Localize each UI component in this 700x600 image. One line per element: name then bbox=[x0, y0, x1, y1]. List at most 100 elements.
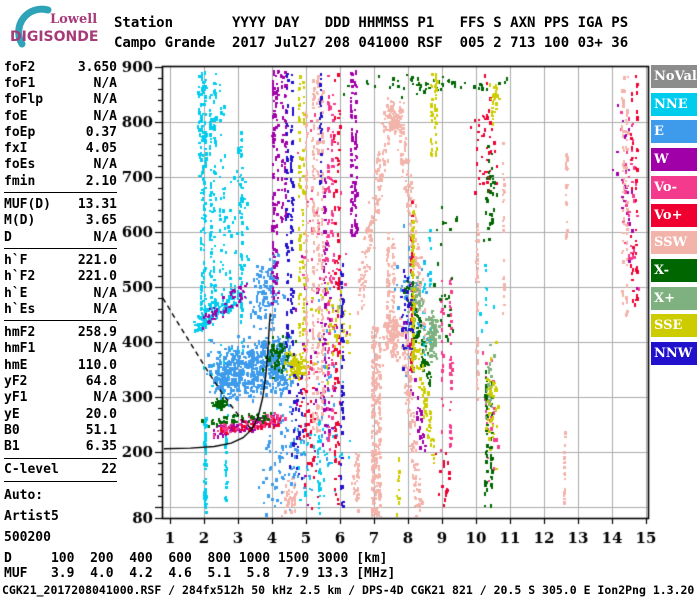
param-label: M(D) bbox=[4, 213, 36, 229]
param-value: N/A bbox=[93, 108, 117, 124]
legend-item-NoVal: NoVal bbox=[651, 65, 697, 88]
param-row-fmin: fmin 2.10 bbox=[4, 173, 117, 189]
param-row-Clevel: C-level 22 bbox=[4, 462, 117, 478]
param-value: N/A bbox=[93, 157, 117, 173]
param-label: B0 bbox=[4, 422, 20, 438]
param-value: 13.31 bbox=[77, 197, 117, 213]
param-row-hmF1: hmF1 N/A bbox=[4, 341, 117, 357]
param-row-fxI: fxI 4.05 bbox=[4, 140, 117, 156]
param-value: 2.10 bbox=[85, 173, 117, 189]
param-label: foEs bbox=[4, 157, 36, 173]
param-label: yF2 bbox=[4, 373, 28, 389]
legend-item-E: E bbox=[651, 120, 697, 144]
param-row-MUFD: MUF(D) 13.31 bbox=[4, 196, 117, 212]
param-separator bbox=[4, 192, 117, 194]
param-value: 221.0 bbox=[77, 252, 117, 268]
param-label: D bbox=[4, 229, 12, 245]
param-row-B1: B1 6.35 bbox=[4, 439, 117, 455]
legend-item-NNW: NNW bbox=[651, 342, 697, 365]
footer-distance-row: D 100 200 400 600 800 1000 1500 3000 [km… bbox=[4, 551, 388, 566]
param-value: 51.1 bbox=[85, 422, 117, 438]
param-label: fmin bbox=[4, 173, 36, 189]
param-label: yE bbox=[4, 406, 20, 422]
param-row-hE: h`E N/A bbox=[4, 285, 117, 301]
legend-item-SSW: SSW bbox=[651, 231, 697, 255]
param-row-foFlp: foFlp N/A bbox=[4, 92, 117, 108]
param-row-500200: 500200 bbox=[4, 527, 117, 548]
footer-muf-row: MUF 3.9 4.0 4.2 4.6 5.1 5.8 7.9 13.3 [MH… bbox=[4, 566, 396, 581]
param-row-Artist5: Artist5 bbox=[4, 506, 117, 527]
param-label: h`E bbox=[4, 285, 28, 301]
param-label: hmE bbox=[4, 357, 28, 373]
param-row-hEs: h`Es N/A bbox=[4, 301, 117, 317]
param-value: 258.9 bbox=[77, 325, 117, 341]
param-row-B0: B0 51.1 bbox=[4, 422, 117, 438]
param-value: N/A bbox=[93, 229, 117, 245]
param-row-yF2: yF2 64.8 bbox=[4, 373, 117, 389]
legend-item-NNE: NNE bbox=[651, 92, 697, 116]
header-line2: Campo Grande 2017 Jul27 208 041000 RSF 0… bbox=[114, 35, 629, 51]
param-value: N/A bbox=[93, 341, 117, 357]
param-label: foEp bbox=[4, 124, 36, 140]
param-row-foF1: foF1 N/A bbox=[4, 75, 117, 91]
lowell-digisonde-logo: Lowell DIGISONDE bbox=[6, 4, 114, 50]
param-label: foF2 bbox=[4, 59, 36, 75]
param-separator bbox=[4, 248, 117, 250]
param-separator bbox=[4, 320, 117, 322]
param-row-hF2: h`F2 221.0 bbox=[4, 269, 117, 285]
param-value: 6.35 bbox=[85, 439, 117, 455]
param-value: 0.37 bbox=[85, 124, 117, 140]
param-label: 500200 bbox=[4, 530, 51, 546]
param-label: MUF(D) bbox=[4, 197, 51, 213]
param-separator bbox=[4, 457, 117, 459]
param-value: 221.0 bbox=[77, 269, 117, 285]
param-row-MD: M(D) 3.65 bbox=[4, 213, 117, 229]
header-line1: Station YYYY DAY DDD HHMMSS P1 FFS S AXN… bbox=[114, 15, 629, 31]
param-label: hmF1 bbox=[4, 341, 36, 357]
legend-item-X: X- bbox=[651, 258, 697, 282]
param-label: yF1 bbox=[4, 390, 28, 406]
param-value: 110.0 bbox=[77, 357, 117, 373]
param-label: Auto: bbox=[4, 488, 44, 504]
digisonde-ionogram-window: Lowell DIGISONDE Station YYYY DAY DDD HH… bbox=[0, 0, 700, 600]
footer-file-info-row: CGK21_2017208041000.RSF / 284fx512h 50 k… bbox=[2, 583, 695, 597]
echo-direction-legend: NoVal NNE E W Vo- Vo+ SSW X- X+ SSE NNW bbox=[651, 0, 698, 400]
param-row-hF: h`F 221.0 bbox=[4, 252, 117, 268]
param-label: B1 bbox=[4, 439, 20, 455]
param-row-foF2: foF2 3.650 bbox=[4, 59, 117, 75]
legend-item-W: W bbox=[651, 148, 697, 172]
param-label: Artist5 bbox=[4, 509, 59, 525]
param-row-foE: foE N/A bbox=[4, 108, 117, 124]
param-value: 64.8 bbox=[85, 373, 117, 389]
param-value: 22 bbox=[101, 462, 117, 478]
param-label: foF1 bbox=[4, 75, 36, 91]
param-row-D: D N/A bbox=[4, 229, 117, 245]
param-value: 3.65 bbox=[85, 213, 117, 229]
logo-line1: Lowell bbox=[50, 12, 98, 27]
param-value: N/A bbox=[93, 285, 117, 301]
legend-item-Vo: Vo- bbox=[651, 175, 697, 199]
param-row-foEp: foEp 0.37 bbox=[4, 124, 117, 140]
param-label: h`F2 bbox=[4, 269, 36, 285]
param-value: 3.650 bbox=[77, 59, 117, 75]
param-row-foEs: foEs N/A bbox=[4, 157, 117, 173]
param-value: 4.05 bbox=[85, 141, 117, 157]
param-label: foFlp bbox=[4, 92, 44, 108]
param-label: h`F bbox=[4, 252, 28, 268]
legend-item-X: X+ bbox=[651, 286, 697, 310]
param-row-Auto: Auto: bbox=[4, 485, 117, 506]
legend-item-Vo: Vo+ bbox=[651, 203, 697, 227]
param-label: h`Es bbox=[4, 301, 36, 317]
param-row-yE: yE 20.0 bbox=[4, 406, 117, 422]
legend-item-SSE: SSE bbox=[651, 314, 697, 338]
param-label: fxI bbox=[4, 141, 28, 157]
param-value: N/A bbox=[93, 301, 117, 317]
param-value: N/A bbox=[93, 390, 117, 406]
param-separator bbox=[4, 481, 117, 483]
param-value: N/A bbox=[93, 92, 117, 108]
param-value: N/A bbox=[93, 75, 117, 91]
param-label: hmF2 bbox=[4, 325, 36, 341]
param-row-hmE: hmE 110.0 bbox=[4, 357, 117, 373]
param-label: C-level bbox=[4, 462, 59, 478]
param-row-hmF2: hmF2 258.9 bbox=[4, 324, 117, 340]
